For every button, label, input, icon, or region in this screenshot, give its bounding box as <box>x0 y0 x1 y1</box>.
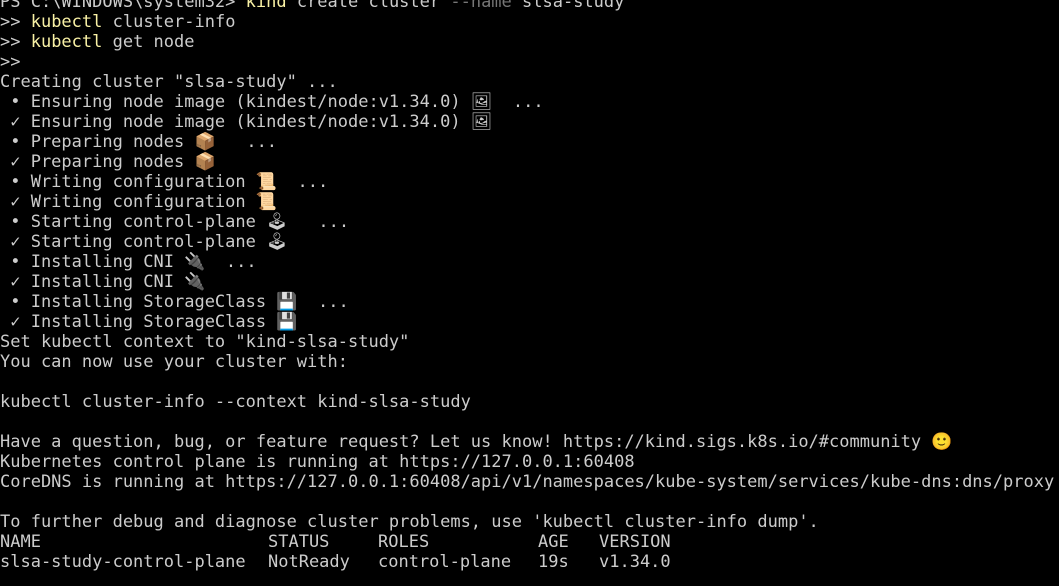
output-line: ✓ Installing CNI 🔌 <box>0 272 206 292</box>
command-args: get node <box>102 32 195 52</box>
output-line: To further debug and diagnose cluster pr… <box>0 512 819 532</box>
output-line: >> <box>0 52 21 72</box>
prompt: PS C:\WINDOWS\system32> <box>0 0 246 12</box>
terminal-window[interactable]: PS C:\WINDOWS\system32> kind create clus… <box>0 0 1059 586</box>
command-args: create cluster <box>286 0 451 12</box>
command-args: cluster-info <box>102 12 236 32</box>
node-age: 19s <box>538 552 569 572</box>
output-line: Have a question, bug, or feature request… <box>0 432 953 452</box>
output-line: ✓ Writing configuration 📜 <box>0 192 278 212</box>
output-line: ✓ Ensuring node image (kindest/node:v1.3… <box>0 112 493 132</box>
column-header-age: AGE <box>538 532 569 552</box>
output-line: You can now use your cluster with: <box>0 352 348 372</box>
output-line: • Writing configuration 📜 ... <box>0 172 329 192</box>
output-line: • Installing StorageClass 💾 ... <box>0 292 349 312</box>
command-name: kubectl <box>30 12 103 32</box>
column-header-status: STATUS <box>268 532 330 552</box>
column-header-name: NAME <box>0 532 41 552</box>
output-line: • Starting control-plane 🕹 ... <box>0 212 350 232</box>
output-line: • Ensuring node image (kindest/node:v1.3… <box>0 92 544 112</box>
column-header-version: VERSION <box>599 532 671 552</box>
node-status: NotReady <box>268 552 350 572</box>
output-line: Kubernetes control plane is running at h… <box>0 452 635 472</box>
command-args: slsa-study <box>511 0 625 12</box>
command-line-get-node: >> kubectl get node <box>0 32 1059 52</box>
node-roles: control-plane <box>378 552 512 572</box>
command-line-cluster-info: >> kubectl cluster-info <box>0 12 1059 32</box>
node-version: v1.34.0 <box>599 552 671 572</box>
output-line: ✓ Starting control-plane 🕹 <box>0 232 288 252</box>
output-line: ✓ Installing StorageClass 💾 <box>0 312 298 332</box>
continuation-prompt: >> <box>0 12 31 32</box>
command-name: kubectl <box>30 32 103 52</box>
output-line: • Installing CNI 🔌 ... <box>0 252 257 272</box>
output-line: Creating cluster "slsa-study" ... <box>0 72 338 92</box>
continuation-prompt: >> <box>0 32 31 52</box>
output-line: Set kubectl context to "kind-slsa-study" <box>0 332 410 352</box>
output-line: ✓ Preparing nodes 📦 <box>0 152 216 172</box>
node-table-header: NAME STATUS ROLES AGE VERSION <box>0 532 1059 552</box>
node-name: slsa-study-control-plane <box>0 552 246 572</box>
command-parameter: --name <box>450 0 512 12</box>
command-name: kind <box>245 0 287 12</box>
table-row: slsa-study-control-plane NotReady contro… <box>0 552 1059 572</box>
output-line: • Preparing nodes 📦 ... <box>0 132 278 152</box>
output-line: CoreDNS is running at https://127.0.0.1:… <box>0 472 1055 492</box>
command-line-kind: PS C:\WINDOWS\system32> kind create clus… <box>0 0 1059 12</box>
column-header-roles: ROLES <box>378 532 430 552</box>
output-line: kubectl cluster-info --context kind-slsa… <box>0 392 471 412</box>
